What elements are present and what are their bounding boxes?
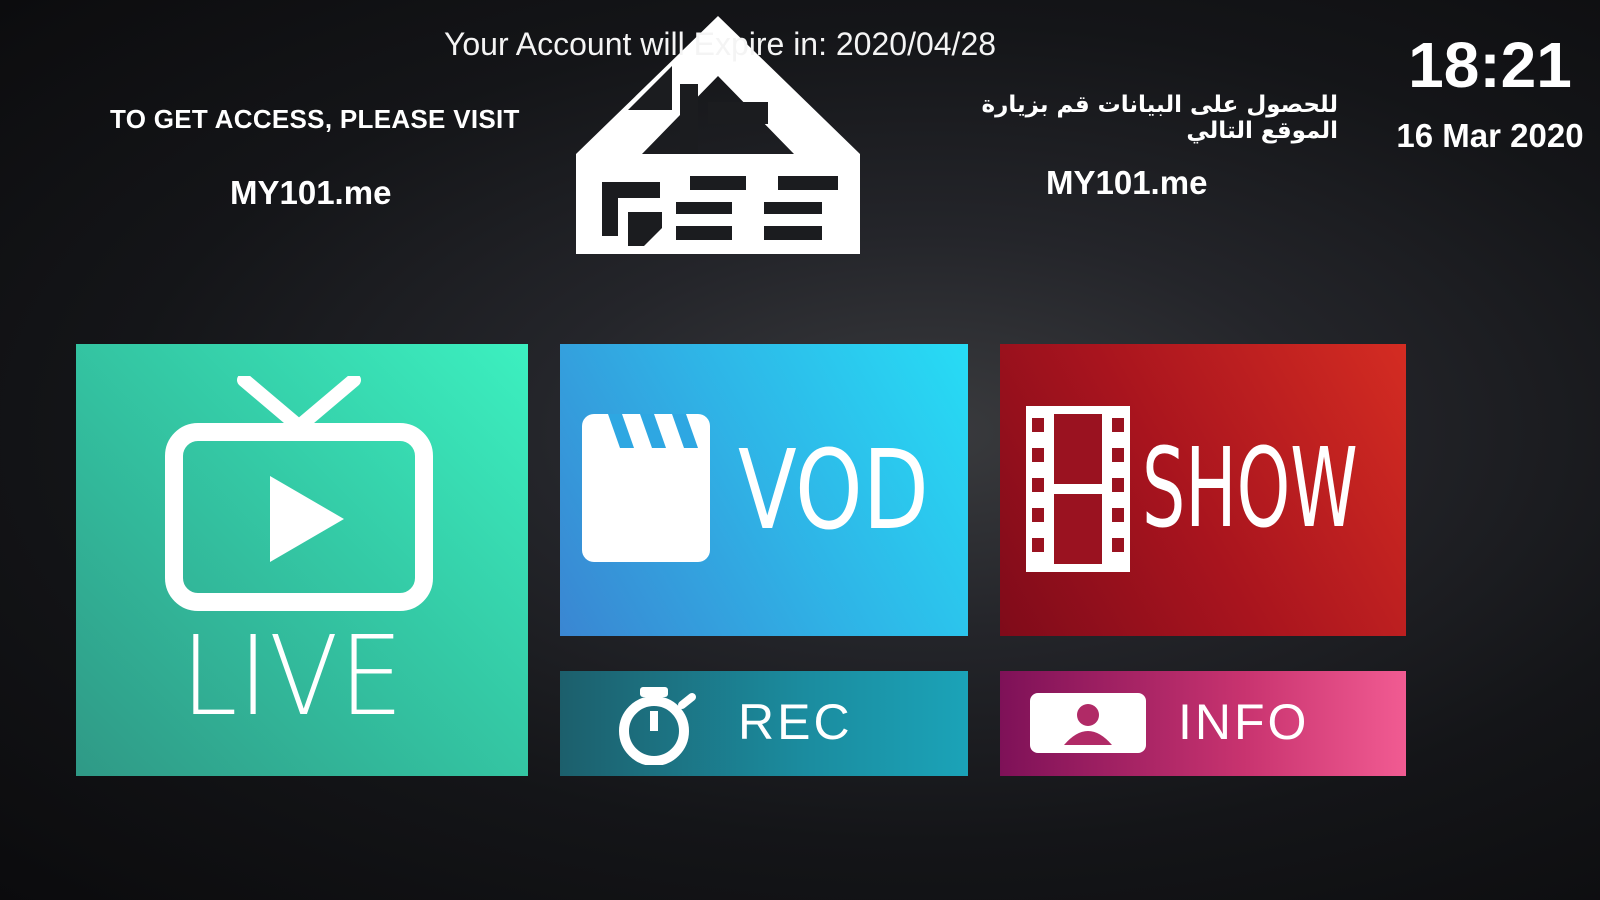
stopwatch-icon [619, 687, 696, 765]
show-tile[interactable]: SHOW [1000, 344, 1406, 636]
clock-time: 18:21 [1408, 29, 1572, 101]
clock-date: 16 Mar 2020 [1396, 117, 1584, 154]
rec-label: REC [738, 694, 853, 750]
user-card-icon [1030, 693, 1146, 753]
info-tile[interactable]: INFO [1000, 671, 1406, 776]
website-link-en: MY101.me [230, 174, 392, 211]
access-instruction-ar: للحصول على البيانات قم بزيارة الموقع الت… [981, 92, 1339, 144]
account-expiry-text: Your Account will Expire in: 2020/04/28 [443, 26, 997, 62]
clapperboard-icon [582, 414, 710, 562]
website-link-ar: MY101.me [1046, 164, 1208, 201]
live-tile[interactable]: LIVE [76, 344, 528, 776]
info-label: INFO [1178, 694, 1310, 750]
access-instruction-en: TO GET ACCESS, PLEASE VISIT [110, 104, 520, 134]
show-label: SHOW [1142, 424, 1358, 552]
film-strip-icon [1026, 406, 1130, 572]
live-label: LIVE [181, 612, 405, 740]
tv-play-icon [165, 376, 433, 611]
rec-tile[interactable]: REC [560, 671, 968, 776]
vod-label: VOD [738, 426, 929, 554]
vod-tile[interactable]: VOD [560, 344, 968, 636]
